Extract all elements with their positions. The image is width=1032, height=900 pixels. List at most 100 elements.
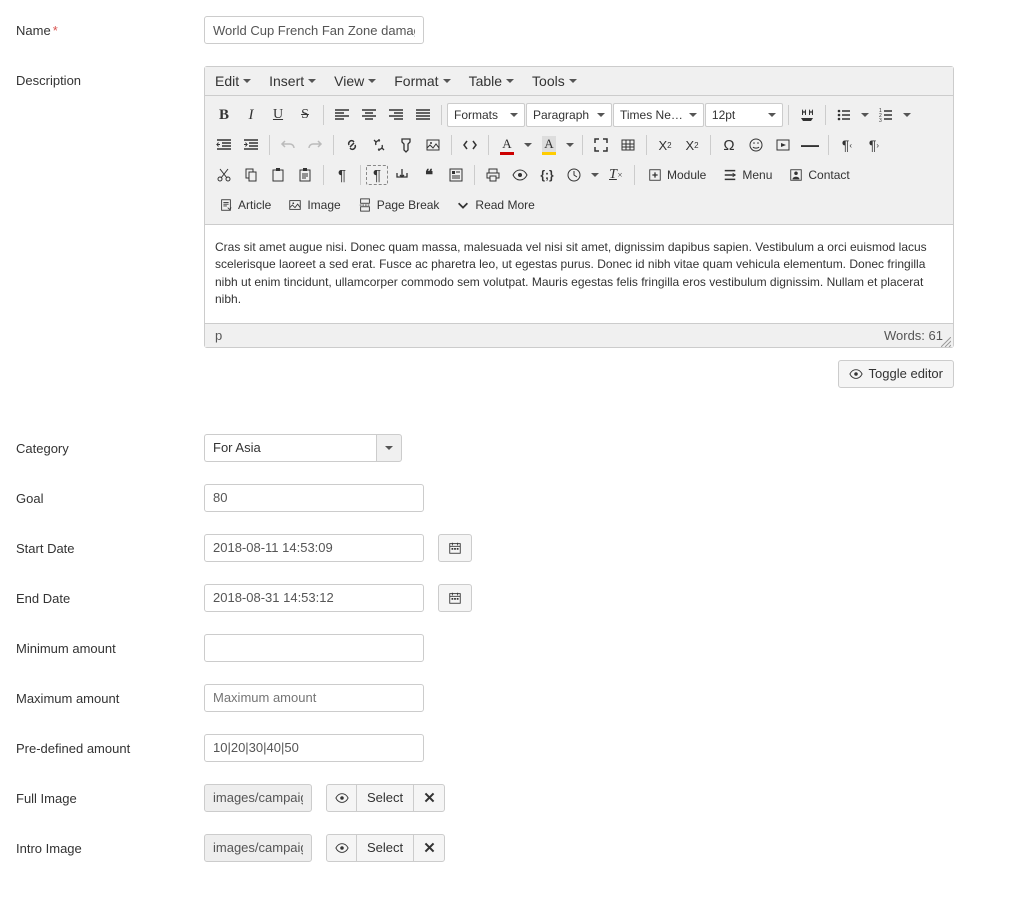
nonbreaking-button[interactable] [389,163,415,187]
anchor-button[interactable] [393,133,419,157]
goal-input[interactable] [204,484,424,512]
underline-button[interactable]: U [265,103,291,127]
min-amount-input[interactable] [204,634,424,662]
full-image-preview-button[interactable] [327,785,357,811]
menu-view[interactable]: View [334,73,376,89]
contact-button[interactable]: Contact [781,163,857,187]
copy-button[interactable] [238,163,264,187]
insertdatetime-button[interactable] [561,163,587,187]
indent-button[interactable] [238,133,264,157]
editor-menubar: Edit Insert View Format Table Tools [205,67,953,96]
outdent-button[interactable] [211,133,237,157]
find-replace-button[interactable] [794,103,820,127]
special-char-button[interactable]: Ω [716,133,742,157]
align-right-button[interactable] [383,103,409,127]
toggle-editor-button[interactable]: Toggle editor [838,360,954,388]
undo-button[interactable] [275,133,301,157]
article-button[interactable]: Article [211,193,279,217]
paste-button[interactable] [265,163,291,187]
intro-image-preview-button[interactable] [327,835,357,861]
number-list-button[interactable]: 123 [873,103,899,127]
block-select[interactable]: Paragraph [526,103,612,127]
menu-edit[interactable]: Edit [215,73,251,89]
bold-button[interactable]: B [211,103,237,127]
bg-color-button[interactable]: A [536,133,562,157]
read-more-button[interactable]: Read More [448,193,542,217]
insert-image-button[interactable] [420,133,446,157]
text-color-menu[interactable] [521,133,535,157]
source-code-button[interactable] [457,133,483,157]
eye-icon [335,841,349,855]
rtl-button[interactable]: ¶› [861,133,887,157]
template-button[interactable] [443,163,469,187]
paste-text-button[interactable] [292,163,318,187]
text-color-button[interactable]: A [494,133,520,157]
superscript-button[interactable]: X2 [679,133,705,157]
max-amount-input[interactable] [204,684,424,712]
print-button[interactable] [480,163,506,187]
emoticon-button[interactable] [743,133,769,157]
fullscreen-button[interactable] [588,133,614,157]
intro-image-controls: Select [326,834,445,862]
formats-select[interactable]: Formats [447,103,525,127]
intro-image-clear-button[interactable] [414,835,444,861]
module-button[interactable]: Module [640,163,714,187]
table-button[interactable] [615,133,641,157]
resize-grip[interactable] [941,335,951,345]
font-family-select[interactable]: Times Ne… [613,103,704,127]
blockquote-button[interactable]: ❝ [416,163,442,187]
number-list-menu[interactable] [900,103,914,127]
ltr-button[interactable]: ¶‹ [834,133,860,157]
menu-format[interactable]: Format [394,73,450,89]
italic-button[interactable]: I [238,103,264,127]
unlink-button[interactable] [366,133,392,157]
predefined-input[interactable] [204,734,424,762]
hr-button[interactable]: — [797,133,823,157]
subscript-button[interactable]: X2 [652,133,678,157]
menu-table[interactable]: Table [469,73,514,89]
name-input[interactable] [204,16,424,44]
image-insert-button[interactable]: Image [280,193,348,217]
full-image-select-button[interactable]: Select [357,785,414,811]
align-justify-button[interactable] [410,103,436,127]
align-left-button[interactable] [329,103,355,127]
show-invisible-button[interactable]: ¶ [366,165,388,185]
eye-icon [849,367,863,381]
end-date-picker-button[interactable] [438,584,472,612]
editor-content[interactable]: Cras sit amet augue nisi. Donec quam mas… [205,225,953,323]
start-date-picker-button[interactable] [438,534,472,562]
align-center-button[interactable] [356,103,382,127]
insertdatetime-menu[interactable] [588,163,602,187]
editor-toolbar: B I U S Formats Paragraph Times Ne… 12pt [205,96,953,225]
category-select[interactable]: For Asia [204,434,402,462]
svg-text:3: 3 [879,118,882,123]
font-size-select[interactable]: 12pt [705,103,783,127]
show-blocks-button[interactable]: ¶ [329,163,355,187]
chevron-down-icon[interactable] [376,434,402,462]
bullet-list-menu[interactable] [858,103,872,127]
goal-label: Goal [16,484,204,506]
full-image-clear-button[interactable] [414,785,444,811]
start-date-input[interactable] [204,534,424,562]
intro-image-select-button[interactable]: Select [357,835,414,861]
bullet-list-button[interactable] [831,103,857,127]
menu-insert[interactable]: Insert [269,73,316,89]
preview-button[interactable] [507,163,533,187]
strikethrough-button[interactable]: S [292,103,318,127]
menu-insert-button[interactable]: Menu [715,163,780,187]
media-button[interactable] [770,133,796,157]
menu-tools[interactable]: Tools [532,73,577,89]
editor-path[interactable]: p [215,328,222,343]
full-image-controls: Select [326,784,445,812]
bg-color-menu[interactable] [563,133,577,157]
link-button[interactable] [339,133,365,157]
start-date-label: Start Date [16,534,204,556]
intro-image-path [204,834,312,862]
required-mark: * [53,23,58,38]
end-date-input[interactable] [204,584,424,612]
page-break-button[interactable]: Page Break [350,193,448,217]
cut-button[interactable] [211,163,237,187]
remove-format-button[interactable]: T× [603,163,629,187]
codesample-button[interactable]: {;} [534,163,560,187]
redo-button[interactable] [302,133,328,157]
